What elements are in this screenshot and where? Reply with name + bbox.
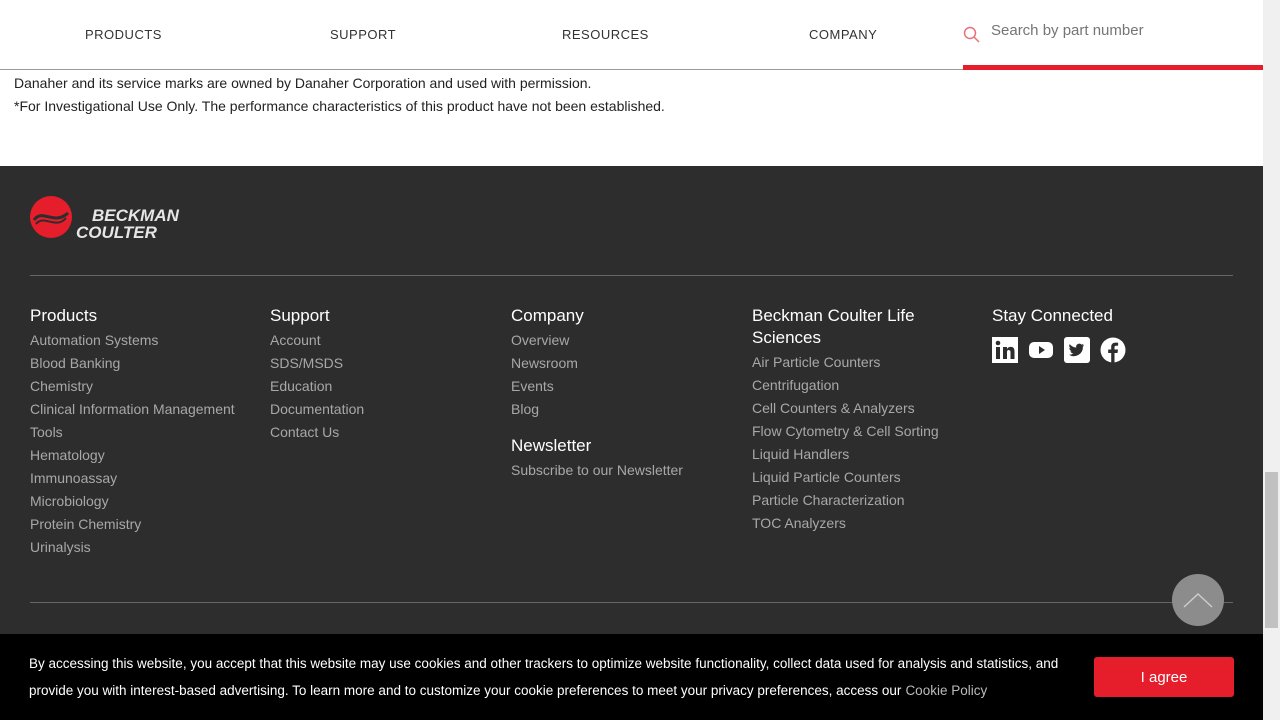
scrollbar-thumb[interactable] — [1265, 472, 1278, 628]
svg-text:COULTER: COULTER — [76, 223, 158, 240]
footer-divider — [30, 275, 1233, 276]
footer-link[interactable]: Immunoassay — [30, 467, 260, 490]
cookie-policy-link[interactable]: Cookie Policy — [905, 683, 987, 698]
products-heading: Products — [30, 306, 98, 325]
footer-link[interactable]: Centrifugation — [752, 374, 952, 397]
facebook-icon[interactable] — [1100, 337, 1126, 363]
stay-connected-heading: Stay Connected — [992, 306, 1113, 325]
twitter-icon[interactable] — [1064, 337, 1090, 363]
products-column: Products Automation Systems Blood Bankin… — [30, 305, 260, 559]
newsletter-heading: Newsletter — [511, 436, 592, 455]
footer-link[interactable]: Automation Systems — [30, 329, 260, 352]
footer-link[interactable]: Protein Chemistry — [30, 513, 260, 536]
nav-company[interactable]: COMPANY — [809, 27, 877, 42]
support-column: Support Account SDS/MSDS Education Docum… — [270, 305, 500, 444]
footer-link[interactable]: Chemistry — [30, 375, 260, 398]
back-to-top-button[interactable] — [1172, 574, 1224, 626]
newsletter-link[interactable]: Subscribe to our Newsletter — [511, 459, 741, 482]
linkedin-icon[interactable] — [992, 337, 1018, 363]
beckman-coulter-logo[interactable]: BECKMAN COULTER — [30, 196, 182, 240]
nav-support[interactable]: SUPPORT — [330, 27, 396, 42]
nav-products[interactable]: PRODUCTS — [85, 27, 162, 42]
support-heading: Support — [270, 306, 330, 325]
footer-link[interactable]: Liquid Particle Counters — [752, 466, 952, 489]
footer-link[interactable]: Hematology — [30, 444, 260, 467]
chevron-up-icon — [1183, 592, 1213, 608]
agree-button[interactable]: I agree — [1094, 657, 1234, 697]
top-nav: PRODUCTS SUPPORT RESOURCES COMPANY — [0, 0, 1263, 70]
footer-link[interactable]: Overview — [511, 329, 741, 352]
footer-link[interactable]: Newsroom — [511, 352, 741, 375]
footer-link[interactable]: SDS/MSDS — [270, 352, 500, 375]
life-sciences-heading: Beckman Coulter Life Sciences — [752, 306, 915, 347]
footer-link[interactable]: Cell Counters & Analyzers — [752, 397, 952, 420]
footer-divider — [30, 602, 1233, 603]
company-heading: Company — [511, 306, 584, 325]
cookie-banner: By accessing this website, you accept th… — [0, 634, 1263, 720]
search-box — [963, 0, 1263, 70]
footer-link[interactable]: Particle Characterization — [752, 489, 952, 512]
life-sciences-column: Beckman Coulter Life Sciences Air Partic… — [752, 305, 952, 535]
stay-connected-column: Stay Connected — [992, 305, 1222, 363]
social-links — [992, 337, 1222, 363]
nav-resources[interactable]: RESOURCES — [562, 27, 649, 42]
footer-link[interactable]: Urinalysis — [30, 536, 260, 559]
footer-link[interactable]: Blog — [511, 398, 741, 421]
company-column: Company Overview Newsroom Events Blog Ne… — [511, 305, 741, 482]
footer-link[interactable]: Blood Banking — [30, 352, 260, 375]
footer-link[interactable]: Tools — [30, 421, 260, 444]
footer-link[interactable]: Clinical Information Management — [30, 398, 260, 421]
cookie-message: By accessing this website, you accept th… — [29, 656, 1059, 698]
footer-link[interactable]: Flow Cytometry & Cell Sorting — [752, 420, 952, 443]
search-input[interactable] — [991, 22, 1241, 39]
footer-link[interactable]: Education — [270, 375, 500, 398]
footer-link[interactable]: Events — [511, 375, 741, 398]
legal-notes: Danaher and its service marks are owned … — [14, 72, 665, 118]
youtube-icon[interactable] — [1028, 340, 1054, 360]
footer-link[interactable]: Microbiology — [30, 490, 260, 513]
footer: BECKMAN COULTER Products Automation Syst… — [0, 166, 1263, 636]
footer-link[interactable]: Contact Us — [270, 421, 500, 444]
footer-link[interactable]: TOC Analyzers — [752, 512, 952, 535]
footer-link[interactable]: Liquid Handlers — [752, 443, 952, 466]
footer-link[interactable]: Documentation — [270, 398, 500, 421]
trademark-note: Danaher and its service marks are owned … — [14, 75, 592, 91]
footer-link[interactable]: Air Particle Counters — [752, 351, 952, 374]
footer-link[interactable]: Account — [270, 329, 500, 352]
investigational-note: *For Investigational Use Only. The perfo… — [14, 98, 665, 114]
cookie-text-block: By accessing this website, you accept th… — [29, 650, 1089, 704]
scrollbar[interactable] — [1263, 0, 1280, 720]
search-icon[interactable] — [963, 26, 981, 44]
